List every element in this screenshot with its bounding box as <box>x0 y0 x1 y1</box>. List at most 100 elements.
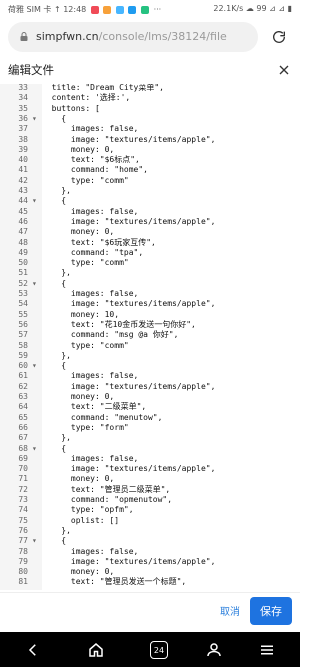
fold-toggle-icon[interactable]: ▾ <box>32 536 40 545</box>
line-number: 50 <box>18 258 28 268</box>
line-number: 48 <box>18 237 28 247</box>
code-line[interactable]: 68 ▾ { <box>18 443 300 453</box>
code-line[interactable]: 55 money: 10, <box>18 310 300 319</box>
line-number: 57 <box>18 330 28 340</box>
code-line[interactable]: 62 image: "textures/items/apple", <box>18 382 300 391</box>
cancel-button[interactable]: 取消 <box>220 603 240 618</box>
close-button[interactable] <box>276 62 292 78</box>
code-line[interactable]: 53 images: false, <box>18 289 300 298</box>
tabs-button[interactable]: 24 <box>148 639 170 661</box>
code-line[interactable]: 79 image: "textures/items/apple", <box>18 557 300 566</box>
code-line[interactable]: 48 text: "$6玩家互传", <box>18 237 300 247</box>
more-dots-icon: ··· <box>153 5 162 14</box>
code-line[interactable]: 33 title: "Dream City菜单", <box>18 84 300 92</box>
app-icon <box>90 5 99 14</box>
code-line[interactable]: 71 money: 0, <box>18 475 300 483</box>
code-line[interactable]: 34 content: '选择:', <box>18 94 300 102</box>
code-line[interactable]: 46 image: "textures/items/apple", <box>18 217 300 226</box>
code-line[interactable]: 76 }, <box>18 525 300 535</box>
url-text[interactable]: simpfwn.cn/console/lms/38124/file <box>36 30 256 43</box>
code-line[interactable]: 69 images: false, <box>18 454 300 463</box>
code-line[interactable]: 72 text: "管理员二级菜单", <box>18 485 300 494</box>
code-text: buttons: [ <box>42 103 100 113</box>
fold-toggle-icon[interactable]: ▾ <box>32 279 40 288</box>
fold-toggle-icon[interactable]: ▾ <box>32 444 40 453</box>
code-area[interactable]: 33 title: "Dream City菜单", 34 content: '选择… <box>18 84 300 590</box>
code-line[interactable]: 42 type: "comm" <box>18 176 300 185</box>
code-line[interactable]: 35 buttons: [ <box>18 103 300 113</box>
code-line[interactable]: 52 ▾ { <box>18 278 300 288</box>
code-line[interactable]: 64 text: "二级菜单", <box>18 403 300 411</box>
line-number: 75 <box>18 515 28 525</box>
code-text: { <box>42 361 67 371</box>
code-line[interactable]: 40 text: "$6标点", <box>18 155 300 165</box>
code-line[interactable]: 39 money: 0, <box>18 144 300 154</box>
home-button[interactable] <box>85 639 107 661</box>
line-number: 51 <box>18 268 28 278</box>
back-button[interactable] <box>22 639 44 661</box>
menu-button[interactable] <box>256 639 278 661</box>
code-text: { <box>42 536 67 546</box>
code-text: { <box>42 278 67 288</box>
code-line[interactable]: 36 ▾ { <box>18 114 300 123</box>
dialog-header: 编辑文件 <box>0 60 300 84</box>
code-text: image: "textures/items/apple", <box>42 299 216 309</box>
code-line[interactable]: 51 }, <box>18 269 300 277</box>
code-text: }, <box>42 525 71 535</box>
dialog-title: 编辑文件 <box>8 63 54 77</box>
line-number: 35 <box>18 103 28 113</box>
code-text: type: "opfm", <box>42 505 134 515</box>
code-text: images: false, <box>42 289 139 298</box>
code-editor[interactable]: 33 title: "Dream City菜单", 34 content: '选择… <box>0 84 300 590</box>
code-line[interactable]: 73 command: "opmenutow", <box>18 495 300 504</box>
code-line[interactable]: 44 ▾ { <box>18 197 300 205</box>
code-line[interactable]: 50 type: "comm" <box>18 258 300 267</box>
code-line[interactable]: 41 command: "home", <box>18 165 300 175</box>
code-line[interactable]: 81 text: "管理员发送一个标题", <box>18 578 300 586</box>
code-line[interactable]: 57 command: "msg @a 你好", <box>18 330 300 339</box>
reload-button[interactable] <box>266 24 292 50</box>
code-line[interactable]: 54 image: "textures/items/apple", <box>18 299 300 309</box>
code-line[interactable]: 63 money: 0, <box>18 392 300 401</box>
code-line[interactable]: 77 ▾ { <box>18 536 300 546</box>
fold-toggle-icon[interactable]: ▾ <box>32 197 40 205</box>
code-text: text: "$6标点", <box>42 155 140 165</box>
code-line[interactable]: 37 images: false, <box>18 124 300 133</box>
account-button[interactable] <box>203 639 225 661</box>
back-arrow-icon <box>28 644 36 656</box>
line-number: 70 <box>18 464 28 474</box>
code-line[interactable]: 74 type: "opfm", <box>18 505 300 515</box>
address-bar[interactable]: simpfwn.cn/console/lms/38124/file <box>8 22 258 52</box>
code-line[interactable]: 49 command: "tpa", <box>18 248 300 257</box>
code-text: money: 0, <box>42 144 115 154</box>
code-line[interactable]: 45 images: false, <box>18 207 300 216</box>
code-line[interactable]: 58 type: "comm" <box>18 341 300 350</box>
code-text: command: "home", <box>42 165 148 175</box>
code-line[interactable]: 75 oplist: [] <box>18 516 300 525</box>
code-line[interactable]: 60 ▾ { <box>18 361 300 371</box>
code-line[interactable]: 80 money: 0, <box>18 567 300 576</box>
fold-toggle-icon[interactable]: ▾ <box>32 114 40 123</box>
code-text: }, <box>42 186 71 195</box>
line-number: 53 <box>18 289 28 298</box>
code-line[interactable]: 61 images: false, <box>18 372 300 380</box>
code-text: images: false, <box>42 546 139 556</box>
line-number: 45 <box>18 206 28 216</box>
code-line[interactable]: 47 money: 0, <box>18 227 300 236</box>
line-number: 73 <box>18 495 28 504</box>
code-line[interactable]: 66 type: "form" <box>18 423 300 432</box>
code-text: text: "$6玩家互传", <box>42 237 156 247</box>
code-line[interactable]: 59 }, <box>18 351 300 360</box>
app-icon <box>103 5 112 14</box>
code-line[interactable]: 78 images: false, <box>18 546 300 556</box>
code-line[interactable]: 65 command: "menutow", <box>18 413 300 422</box>
fold-toggle-icon[interactable]: ▾ <box>32 361 40 370</box>
code-text: { <box>42 443 67 453</box>
code-line[interactable]: 67 }, <box>18 433 300 442</box>
code-line[interactable]: 56 text: "花10金币发送一句你好", <box>18 320 300 329</box>
code-line[interactable]: 43 }, <box>18 186 300 195</box>
save-button[interactable]: 保存 <box>250 597 292 625</box>
code-text: image: "textures/items/apple", <box>42 134 216 144</box>
code-line[interactable]: 38 image: "textures/items/apple", <box>18 134 300 144</box>
code-line[interactable]: 70 image: "textures/items/apple", <box>18 464 300 473</box>
